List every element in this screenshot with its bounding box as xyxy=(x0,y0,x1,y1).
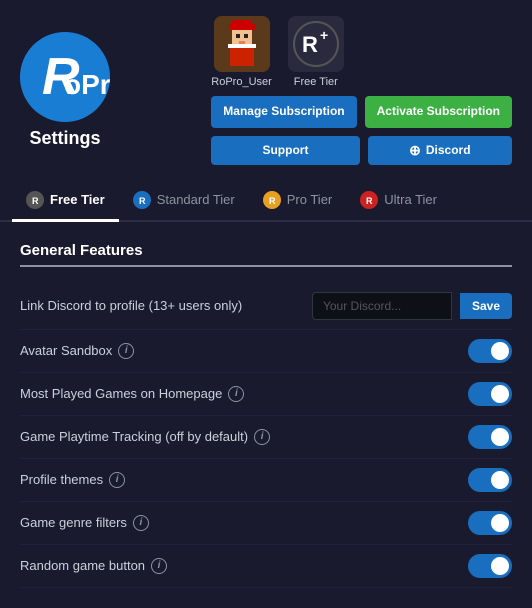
game-genre-slider xyxy=(468,511,512,535)
free-tier-avatar: R + xyxy=(288,16,344,72)
tab-standard-tier[interactable]: R Standard Tier xyxy=(119,181,249,222)
tab-pro-label: Pro Tier xyxy=(287,192,333,207)
random-game-info-icon[interactable]: i xyxy=(151,558,167,574)
ropro-logo: R oPro xyxy=(20,32,110,122)
tab-standard-label: Standard Tier xyxy=(157,192,235,207)
random-game-slider xyxy=(468,554,512,578)
feature-row-avatar-sandbox: Avatar Sandbox i xyxy=(20,330,512,373)
svg-text:R: R xyxy=(269,196,276,206)
activate-subscription-button[interactable]: Activate Subscription xyxy=(365,96,512,128)
game-playtime-label: Game Playtime Tracking (off by default) … xyxy=(20,429,270,445)
content-area: General Features Link Discord to profile… xyxy=(0,222,532,608)
feature-row-game-genre: Game genre filters i xyxy=(20,502,512,545)
support-discord-row: Support ⊕ Discord xyxy=(211,136,512,165)
profile-themes-label: Profile themes i xyxy=(20,472,125,488)
action-buttons-row1: Manage Subscription Activate Subscriptio… xyxy=(211,96,512,128)
svg-text:R: R xyxy=(32,196,39,206)
most-played-toggle[interactable] xyxy=(468,382,512,406)
ropro-username: RoPro_User xyxy=(211,76,272,88)
discord-button-label: Discord xyxy=(426,143,471,157)
feature-row-link-discord: Link Discord to profile (13+ users only)… xyxy=(20,283,512,330)
feature-row-most-played: Most Played Games on Homepage i xyxy=(20,373,512,416)
tab-free-label: Free Tier xyxy=(50,192,105,207)
most-played-label: Most Played Games on Homepage i xyxy=(20,386,244,402)
svg-text:R: R xyxy=(139,196,146,206)
feature-row-game-playtime: Game Playtime Tracking (off by default) … xyxy=(20,416,512,459)
tab-icon-pro: R xyxy=(263,191,281,209)
game-playtime-toggle[interactable] xyxy=(468,425,512,449)
avatar-sandbox-slider xyxy=(468,339,512,363)
svg-text:R: R xyxy=(366,196,373,206)
tab-free-tier[interactable]: R Free Tier xyxy=(12,181,119,222)
discord-save-button[interactable]: Save xyxy=(460,293,512,319)
game-genre-info-icon[interactable]: i xyxy=(133,515,149,531)
tab-ultra-label: Ultra Tier xyxy=(384,192,437,207)
svg-text:+: + xyxy=(320,27,328,43)
tab-icon-free: R xyxy=(26,191,44,209)
feature-row-random-game: Random game button i xyxy=(20,545,512,588)
general-features-title: General Features xyxy=(20,242,512,267)
ropro-user-account: RoPro_User xyxy=(211,16,272,88)
game-genre-toggle[interactable] xyxy=(468,511,512,535)
game-genre-label: Game genre filters i xyxy=(20,515,149,531)
game-playtime-info-icon[interactable]: i xyxy=(254,429,270,445)
discord-input[interactable] xyxy=(312,292,452,320)
ropro-user-avatar xyxy=(214,16,270,72)
user-accounts: RoPro_User R + Free Tier xyxy=(211,16,512,88)
discord-input-group: Save xyxy=(312,292,512,320)
feature-row-profile-themes: Profile themes i xyxy=(20,459,512,502)
settings-title: Settings xyxy=(29,128,100,149)
discord-icon: ⊕ xyxy=(409,142,421,159)
game-playtime-slider xyxy=(468,425,512,449)
tabs-bar: R Free Tier R Standard Tier R Pro Tier R… xyxy=(0,181,532,222)
svg-text:R: R xyxy=(302,32,318,57)
profile-themes-slider xyxy=(468,468,512,492)
tab-pro-tier[interactable]: R Pro Tier xyxy=(249,181,347,222)
most-played-slider xyxy=(468,382,512,406)
tab-ultra-tier[interactable]: R Ultra Tier xyxy=(346,181,451,222)
tab-icon-standard: R xyxy=(133,191,151,209)
most-played-info-icon[interactable]: i xyxy=(228,386,244,402)
discord-button[interactable]: ⊕ Discord xyxy=(368,136,512,165)
link-discord-label: Link Discord to profile (13+ users only) xyxy=(20,298,242,313)
user-section: RoPro_User R + Free Tier Manage Subscr xyxy=(211,16,512,165)
random-game-label: Random game button i xyxy=(20,558,167,574)
avatar-sandbox-label: Avatar Sandbox i xyxy=(20,343,134,359)
profile-themes-toggle[interactable] xyxy=(468,468,512,492)
logo-container: R oPro Settings xyxy=(20,32,110,149)
svg-text:oPro: oPro xyxy=(64,69,110,100)
header: R oPro Settings xyxy=(0,0,532,181)
free-tier-account: R + Free Tier xyxy=(288,16,344,88)
tab-icon-ultra: R xyxy=(360,191,378,209)
support-button[interactable]: Support xyxy=(211,136,359,165)
avatar-sandbox-info-icon[interactable]: i xyxy=(118,343,134,359)
avatar-sandbox-toggle[interactable] xyxy=(468,339,512,363)
profile-themes-info-icon[interactable]: i xyxy=(109,472,125,488)
manage-subscription-button[interactable]: Manage Subscription xyxy=(211,96,356,128)
random-game-toggle[interactable] xyxy=(468,554,512,578)
free-tier-label: Free Tier xyxy=(294,76,338,88)
